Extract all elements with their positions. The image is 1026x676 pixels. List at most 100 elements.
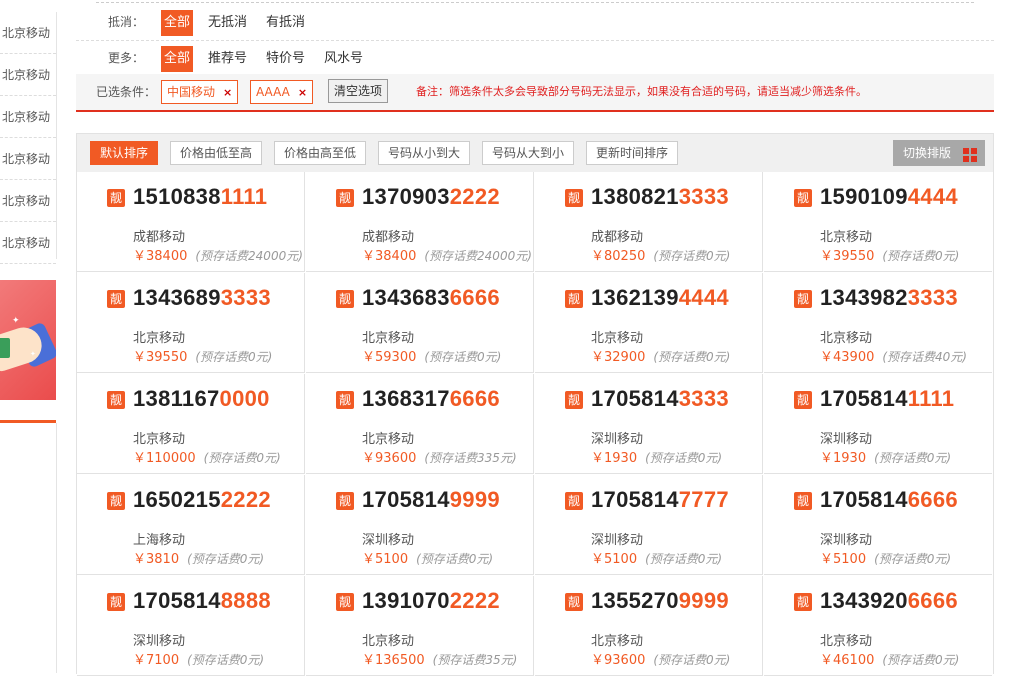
number-card[interactable]: 靓 13439206666 北京移动 ￥46100 (预存话费0元) <box>764 576 992 676</box>
price-line: ￥5100 (预存话费0元) <box>820 548 951 567</box>
number-card[interactable]: 靓 17058147777 深圳移动 ￥5100 (预存话费0元) <box>535 475 763 575</box>
phone-number[interactable]: 16502152222 <box>133 487 271 513</box>
phone-number[interactable]: 17058147777 <box>591 487 729 513</box>
carrier-city: 深圳移动 <box>133 634 186 649</box>
sort-default-button[interactable]: 默认排序 <box>90 141 159 165</box>
phone-number[interactable]: 17058141111 <box>820 386 954 412</box>
sidebar-item[interactable]: 北京移动 <box>0 181 56 222</box>
number-card[interactable]: 靓 13709032222 成都移动 ￥38400 (预存话费24000元) <box>306 172 534 272</box>
carrier-city: 北京移动 <box>820 331 873 346</box>
sort-price-asc-button[interactable]: 价格由低至高 <box>170 141 263 165</box>
price: ￥136500 <box>362 653 425 668</box>
number-prefix: 1590109 <box>820 184 908 209</box>
phone-number[interactable]: 13436836666 <box>362 285 500 311</box>
number-card[interactable]: 靓 13439823333 北京移动 ￥43900 (预存话费40元) <box>764 273 992 373</box>
number-card[interactable]: 靓 13436836666 北京移动 ￥59300 (预存话费0元) <box>306 273 534 373</box>
premium-tag-icon: 靓 <box>794 593 812 611</box>
switch-layout-button[interactable]: 切换排版 <box>893 140 985 166</box>
phone-number[interactable]: 13439823333 <box>820 285 958 311</box>
remove-icon[interactable]: × <box>298 86 307 99</box>
number-prefix: 1368317 <box>362 386 450 411</box>
condition-chip[interactable]: AAAA × <box>250 80 314 104</box>
number-card[interactable]: 靓 17058143333 深圳移动 ￥1930 (预存话费0元) <box>535 374 763 474</box>
sort-number-asc-button[interactable]: 号码从小到大 <box>378 141 471 165</box>
price: ￥110000 <box>133 451 196 466</box>
sort-number-desc-button[interactable]: 号码从大到小 <box>482 141 575 165</box>
sidebar-item[interactable]: 北京移动 <box>0 13 56 54</box>
filter-option-recommended[interactable]: 推荐号 <box>205 46 250 72</box>
sparkle-icon: ✦ <box>30 350 36 358</box>
sidebar-item[interactable]: 北京移动 <box>0 139 56 180</box>
price: ￥1930 <box>591 451 638 466</box>
sidebar-item[interactable]: 北京移动 <box>0 97 56 138</box>
phone-number[interactable]: 13709032222 <box>362 184 500 210</box>
price-line: ￥46100 (预存话费0元) <box>820 649 959 668</box>
number-card[interactable]: 靓 15901094444 北京移动 ￥39550 (预存话费0元) <box>764 172 992 272</box>
deposit-note: (预存话费0元) <box>203 451 281 465</box>
carrier-city: 北京移动 <box>362 331 415 346</box>
filter-option-fengshui[interactable]: 风水号 <box>321 46 366 72</box>
number-card[interactable]: 靓 15108381111 成都移动 ￥38400 (预存话费24000元) <box>77 172 305 272</box>
number-prefix: 1705814 <box>591 487 679 512</box>
filter-row-more: 更多： 全部 推荐号 特价号 风水号 <box>76 40 994 77</box>
number-card[interactable]: 靓 17058148888 深圳移动 ￥7100 (预存话费0元) <box>77 576 305 676</box>
grid-layout-icon <box>963 148 977 162</box>
number-prefix: 1380821 <box>591 184 679 209</box>
phone-number[interactable]: 15901094444 <box>820 184 958 210</box>
number-suffix: 1111 <box>907 386 955 411</box>
filter-option-no-dikou[interactable]: 无抵消 <box>205 10 250 36</box>
phone-number[interactable]: 13439206666 <box>820 588 958 614</box>
phone-number[interactable]: 13910702222 <box>362 588 500 614</box>
number-prefix: 1705814 <box>133 588 221 613</box>
phone-number[interactable]: 13811670000 <box>133 386 270 412</box>
price-line: ￥80250 (预存话费0元) <box>591 245 730 264</box>
price-line: ￥7100 (预存话费0元) <box>133 649 264 668</box>
number-suffix: 9999 <box>678 588 729 613</box>
phone-number[interactable]: 17058143333 <box>591 386 729 412</box>
filter-option-all[interactable]: 全部 <box>161 10 194 36</box>
number-card[interactable]: 靓 17058141111 深圳移动 ￥1930 (预存话费0元) <box>764 374 992 474</box>
clear-options-button[interactable]: 清空选项 <box>328 79 389 103</box>
price: ￥1930 <box>820 451 867 466</box>
number-card[interactable]: 靓 13552709999 北京移动 ￥93600 (预存话费0元) <box>535 576 763 676</box>
number-card[interactable]: 靓 13811670000 北京移动 ￥110000 (预存话费0元) <box>77 374 305 474</box>
phone-number[interactable]: 17058146666 <box>820 487 958 513</box>
number-card[interactable]: 靓 13621394444 北京移动 ￥32900 (预存话费0元) <box>535 273 763 373</box>
sort-price-desc-button[interactable]: 价格由高至低 <box>274 141 367 165</box>
filter-option-all[interactable]: 全部 <box>161 46 194 72</box>
sidebar-item[interactable]: 北京移动 <box>0 223 56 264</box>
sort-update-time-button[interactable]: 更新时间排序 <box>586 141 679 165</box>
deposit-note: (预存话费40元) <box>882 350 967 364</box>
phone-number[interactable]: 17058149999 <box>362 487 500 513</box>
price-line: ￥38400 (预存话费24000元) <box>133 245 303 264</box>
carrier-city: 深圳移动 <box>820 533 873 548</box>
carrier-city: 北京移动 <box>591 634 644 649</box>
number-card[interactable]: 靓 13808213333 成都移动 ￥80250 (预存话费0元) <box>535 172 763 272</box>
number-card[interactable]: 靓 17058149999 深圳移动 ￥5100 (预存话费0元) <box>306 475 534 575</box>
promo-banner[interactable]: ✦ ✦ <box>0 280 56 400</box>
phone-number[interactable]: 13808213333 <box>591 184 729 210</box>
number-card[interactable]: 靓 13910702222 北京移动 ￥136500 (预存话费35元) <box>306 576 534 676</box>
remove-icon[interactable]: × <box>223 86 232 99</box>
phone-number[interactable]: 15108381111 <box>133 184 267 210</box>
sidebar-item[interactable]: 北京移动 <box>0 55 56 96</box>
number-card[interactable]: 靓 13436893333 北京移动 ￥39550 (预存话费0元) <box>77 273 305 373</box>
number-prefix: 1362139 <box>591 285 679 310</box>
number-prefix: 1391070 <box>362 588 450 613</box>
number-card[interactable]: 靓 13683176666 北京移动 ￥93600 (预存话费335元) <box>306 374 534 474</box>
filter-option-special-price[interactable]: 特价号 <box>263 46 308 72</box>
number-card[interactable]: 靓 17058146666 深圳移动 ￥5100 (预存话费0元) <box>764 475 992 575</box>
filter-option-has-dikou[interactable]: 有抵消 <box>263 10 308 36</box>
phone-number[interactable]: 13436893333 <box>133 285 271 311</box>
phone-number[interactable]: 13552709999 <box>591 588 729 614</box>
number-suffix: 9999 <box>449 487 500 512</box>
phone-number[interactable]: 17058148888 <box>133 588 271 614</box>
phone-number[interactable]: 13621394444 <box>591 285 729 311</box>
condition-chip[interactable]: 中国移动 × <box>161 80 239 104</box>
phone-number[interactable]: 13683176666 <box>362 386 500 412</box>
deposit-note: (预存话费24000元) <box>195 249 303 263</box>
number-prefix: 1343683 <box>362 285 450 310</box>
number-prefix: 1370903 <box>362 184 450 209</box>
number-card[interactable]: 靓 16502152222 上海移动 ￥3810 (预存话费0元) <box>77 475 305 575</box>
number-suffix: 3333 <box>220 285 271 310</box>
